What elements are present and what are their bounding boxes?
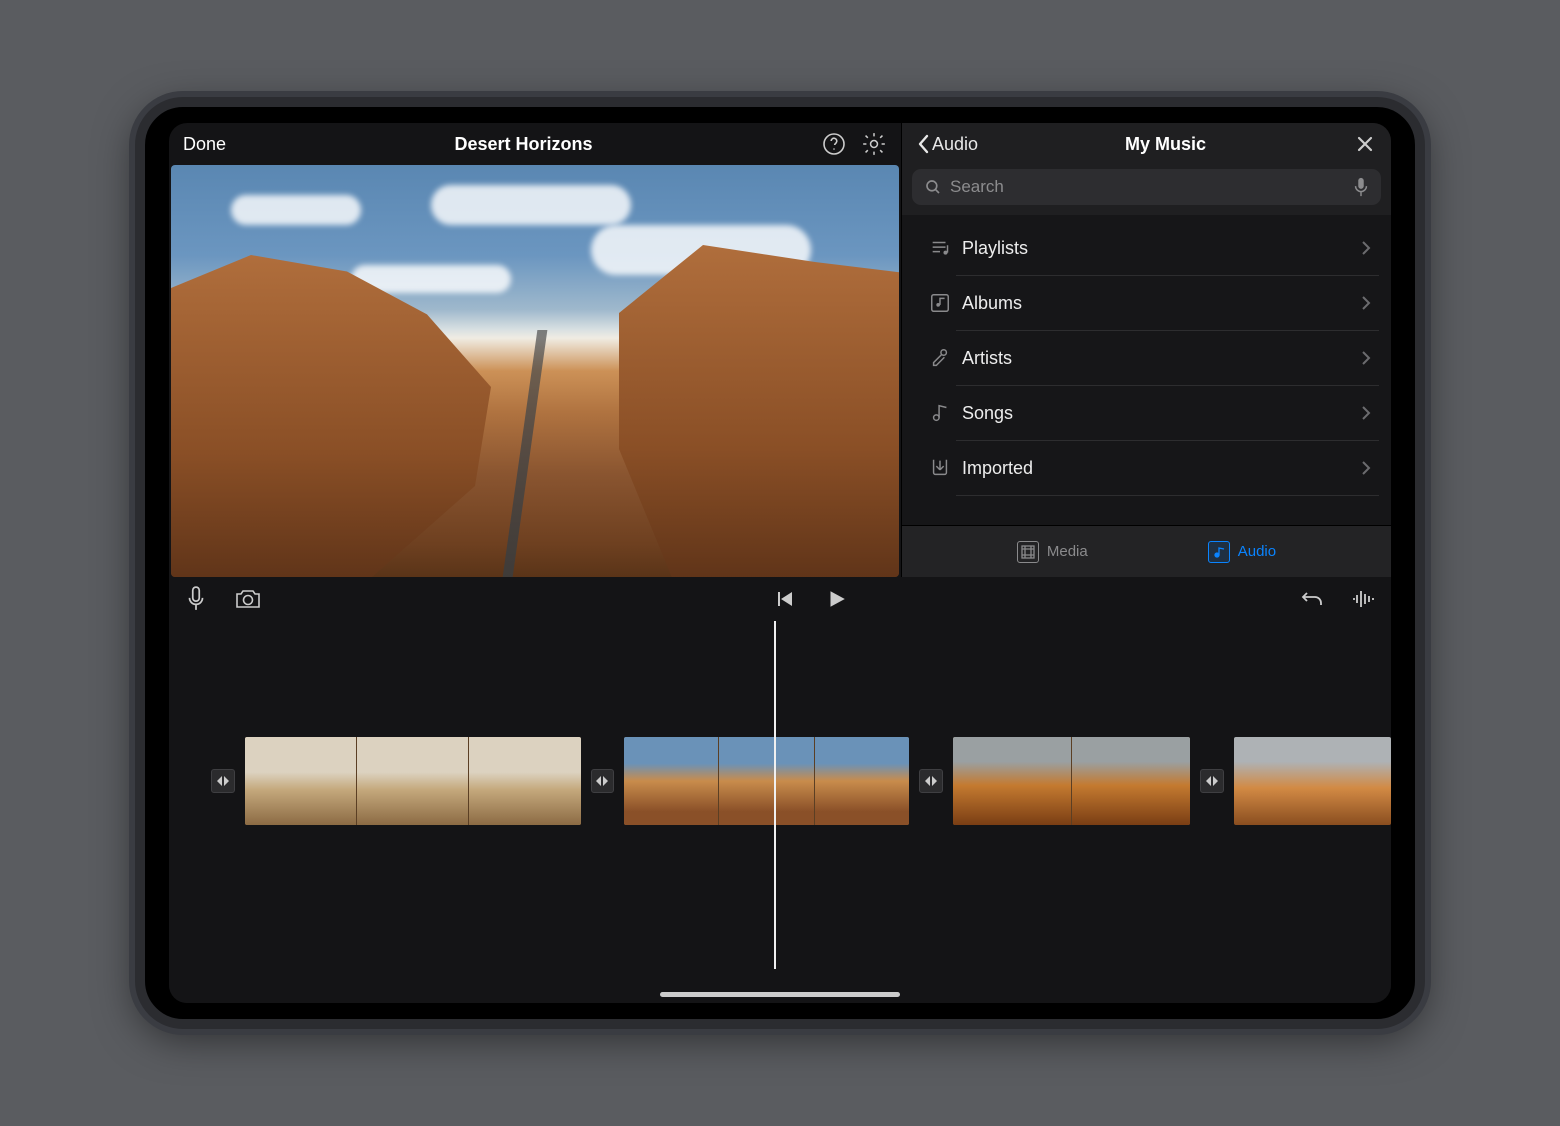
camera-icon[interactable] <box>235 586 261 612</box>
category-artists[interactable]: Artists <box>902 331 1391 385</box>
chevron-right-icon <box>1361 460 1371 476</box>
record-voiceover-icon[interactable] <box>183 586 209 612</box>
albums-icon <box>922 292 958 314</box>
timeline-clip[interactable] <box>953 737 1191 825</box>
undo-button[interactable] <box>1299 586 1325 612</box>
microphone-icon[interactable] <box>1353 177 1369 197</box>
home-indicator[interactable] <box>660 992 900 997</box>
chevron-right-icon <box>1361 350 1371 366</box>
close-icon <box>1355 134 1375 154</box>
category-label: Artists <box>958 348 1361 369</box>
media-tab-label: Media <box>1047 543 1088 560</box>
device-frame: Done Desert Horizons <box>135 97 1425 1029</box>
chevron-left-icon <box>916 134 930 154</box>
category-imported[interactable]: Imported <box>902 441 1391 495</box>
transition-icon[interactable] <box>919 769 943 793</box>
transition-icon[interactable] <box>591 769 615 793</box>
category-label: Songs <box>958 403 1361 424</box>
audio-tab[interactable]: Audio <box>1208 541 1276 563</box>
playhead[interactable] <box>774 621 776 969</box>
audio-browser-panel: Audio My Music <box>901 123 1391 577</box>
category-playlists[interactable]: Playlists <box>902 221 1391 275</box>
project-topbar: Done Desert Horizons <box>169 123 901 165</box>
close-button[interactable] <box>1353 132 1377 156</box>
app-screen: Done Desert Horizons <box>169 123 1391 1003</box>
timeline-clip[interactable] <box>624 737 909 825</box>
imported-icon <box>922 457 958 479</box>
video-preview[interactable] <box>171 165 899 577</box>
edit-toolbar <box>169 577 1391 621</box>
chevron-right-icon <box>1361 295 1371 311</box>
category-label: Imported <box>958 458 1361 479</box>
chevron-right-icon <box>1361 240 1371 256</box>
transition-icon[interactable] <box>1200 769 1224 793</box>
music-category-list: Playlists Albums <box>902 215 1391 525</box>
top-row: Done Desert Horizons <box>169 123 1391 577</box>
timeline-clip[interactable] <box>245 737 581 825</box>
play-button[interactable] <box>823 586 849 612</box>
category-albums[interactable]: Albums <box>902 276 1391 330</box>
panel-title: My Music <box>978 134 1353 155</box>
search-input[interactable] <box>950 177 1345 197</box>
artists-icon <box>922 347 958 369</box>
preview-pane: Done Desert Horizons <box>169 123 901 577</box>
media-tab[interactable]: Media <box>1017 541 1088 563</box>
timeline[interactable] <box>169 621 1391 1003</box>
timeline-clip[interactable] <box>1234 737 1391 825</box>
search-icon <box>924 178 942 196</box>
project-title: Desert Horizons <box>226 134 821 155</box>
panel-header: Audio My Music <box>902 123 1391 165</box>
category-label: Albums <box>958 293 1361 314</box>
settings-icon[interactable] <box>861 131 887 157</box>
back-label: Audio <box>932 134 978 155</box>
songs-icon <box>922 402 958 424</box>
waveform-icon[interactable] <box>1351 586 1377 612</box>
music-note-icon <box>1208 541 1230 563</box>
category-songs[interactable]: Songs <box>902 386 1391 440</box>
category-label: Playlists <box>958 238 1361 259</box>
done-button[interactable]: Done <box>183 134 226 155</box>
transition-icon[interactable] <box>211 769 235 793</box>
search-field[interactable] <box>912 169 1381 205</box>
clips-track <box>169 737 1391 825</box>
skip-back-button[interactable] <box>771 586 797 612</box>
chevron-right-icon <box>1361 405 1371 421</box>
audio-tab-label: Audio <box>1238 543 1276 560</box>
filmstrip-icon <box>1017 541 1039 563</box>
help-icon[interactable] <box>821 131 847 157</box>
back-button[interactable]: Audio <box>916 134 978 155</box>
panel-footer: Media Audio <box>902 525 1391 577</box>
playlists-icon <box>922 237 958 259</box>
